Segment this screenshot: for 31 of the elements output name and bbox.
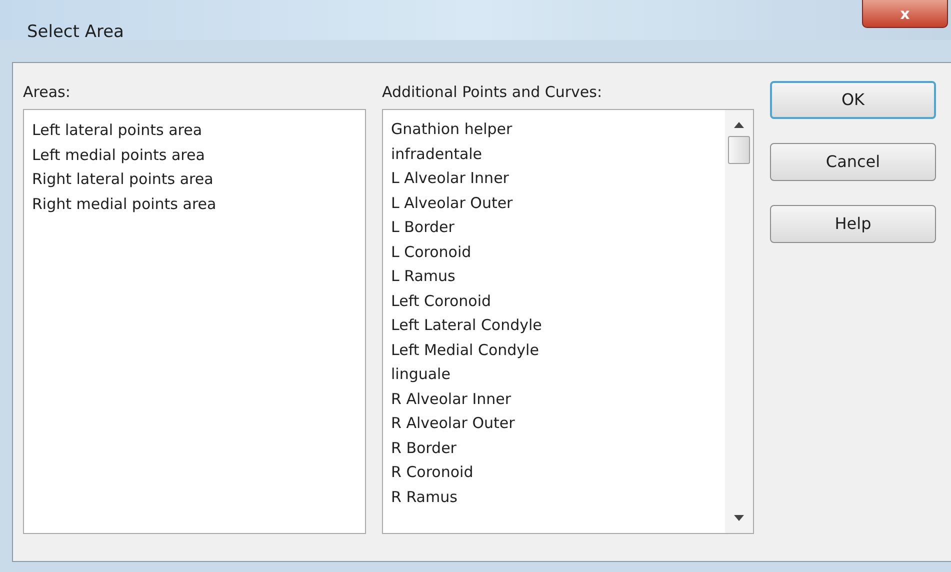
list-item[interactable]: Right medial points area [32, 192, 365, 216]
dialog-button[interactable]: OK [770, 81, 936, 119]
list-item[interactable]: L Alveolar Inner [391, 166, 725, 190]
list-item[interactable]: Right lateral points area [32, 167, 365, 192]
list-item[interactable]: L Border [391, 215, 725, 240]
list-item[interactable]: Gnathion helper [391, 117, 725, 142]
list-item[interactable]: Left Coronoid [391, 288, 725, 313]
list-item[interactable]: R Ramus [391, 484, 725, 509]
scroll-down-icon[interactable] [734, 515, 744, 521]
scroll-thumb[interactable] [728, 136, 750, 164]
dialog-button[interactable]: Cancel [770, 143, 936, 181]
list-item[interactable]: L Alveolar Outer [391, 190, 725, 215]
scroll-up-icon[interactable] [734, 122, 744, 128]
list-item[interactable]: infradentale [391, 142, 725, 166]
list-item[interactable]: Left Lateral Condyle [391, 313, 725, 338]
list-item[interactable]: R Alveolar Inner [391, 386, 725, 411]
scrollbar[interactable] [725, 110, 753, 533]
list-item[interactable]: R Border [391, 436, 725, 460]
list-item[interactable]: linguale [391, 362, 725, 386]
close-button[interactable]: x [862, 0, 948, 28]
list-item[interactable]: L Coronoid [391, 240, 725, 264]
areas-label: Areas: [23, 82, 72, 103]
list-item[interactable]: R Alveolar Outer [391, 411, 725, 436]
list-item[interactable]: L Ramus [391, 264, 725, 288]
window-title: Select Area [27, 21, 124, 44]
list-item[interactable]: Left medial points area [32, 142, 365, 167]
list-item[interactable]: R Coronoid [391, 460, 725, 484]
dialog-button[interactable]: Help [770, 205, 936, 243]
list-item[interactable]: Left lateral points area [32, 118, 365, 142]
list-item[interactable]: Left Medial Condyle [391, 338, 725, 362]
additional-label: Additional Points and Curves: [382, 82, 604, 103]
